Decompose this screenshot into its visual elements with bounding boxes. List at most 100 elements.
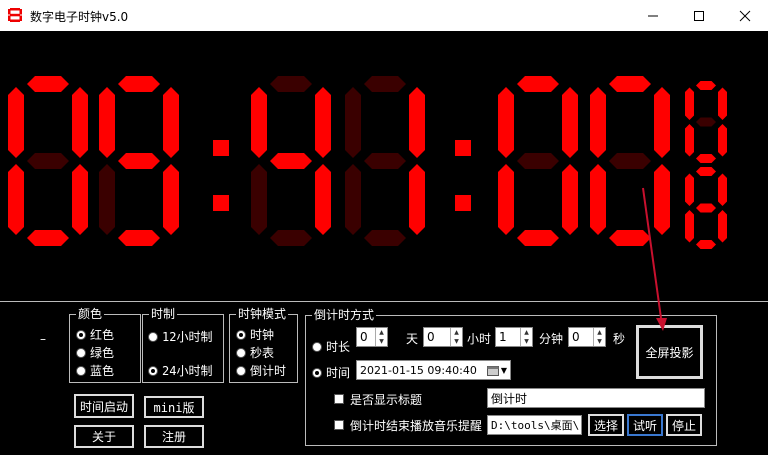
- hours-value: 0: [427, 330, 435, 344]
- digit-segment: [590, 164, 606, 235]
- mode-clock-radio[interactable]: 时钟: [236, 326, 274, 343]
- mode-countdown-label: 倒计时: [250, 364, 287, 378]
- close-icon: [739, 10, 751, 21]
- color-green-radio[interactable]: 绿色: [76, 344, 114, 361]
- digit-segment: [27, 230, 69, 246]
- time-start-button[interactable]: 时间启动: [74, 394, 134, 418]
- title-input-value: 倒计时: [491, 391, 528, 406]
- color-group-title: 颜色: [76, 307, 105, 321]
- color-red-label: 红色: [90, 328, 115, 342]
- digit-segment: [590, 87, 606, 158]
- play-music-label: 倒计时结束播放音乐提醒: [350, 419, 483, 433]
- radio-dot: [312, 367, 322, 378]
- digit-segment: [99, 164, 115, 235]
- days-stepper[interactable]: 0 ▲ ▼: [356, 327, 388, 347]
- maximize-button[interactable]: [676, 0, 722, 31]
- digit-segment: [696, 154, 716, 163]
- spin-arrows-icon[interactable]: ▲ ▼: [375, 328, 387, 346]
- color-blue-radio[interactable]: 蓝色: [76, 362, 114, 379]
- digit-segment: [562, 87, 578, 158]
- minutes-unit: 分钟: [539, 332, 564, 346]
- mode-stopwatch-radio[interactable]: 秒表: [236, 344, 274, 361]
- minimize-button[interactable]: [630, 0, 676, 31]
- radio-dot: [236, 329, 246, 340]
- digit-segment: [251, 87, 267, 158]
- digit-segment: [27, 76, 69, 92]
- digit-segment: [609, 153, 651, 169]
- colon-dot: [455, 140, 471, 156]
- digit-segment: [696, 117, 716, 127]
- digit-segment: [517, 153, 559, 169]
- spin-arrows-icon[interactable]: ▲ ▼: [450, 328, 462, 346]
- digit-segment: [685, 124, 694, 157]
- time-format-group: 时制 12小时制 24小时制: [142, 307, 224, 383]
- days-value: 0: [360, 330, 368, 344]
- minutes-stepper[interactable]: 1 ▲ ▼: [495, 327, 533, 347]
- hours-unit: 小时: [467, 332, 492, 346]
- duration-radio[interactable]: 时长: [312, 338, 350, 355]
- time-format-group-title: 时制: [149, 307, 178, 321]
- close-button[interactable]: [722, 0, 768, 31]
- duration-label: 时长: [326, 340, 351, 354]
- digital-clock-display: [8, 76, 727, 249]
- colon-dot: [455, 195, 471, 211]
- dash-mark: –: [40, 332, 46, 346]
- radio-dot: [76, 365, 86, 376]
- app-logo-icon: [7, 7, 23, 23]
- format-24h-radio[interactable]: 24小时制: [148, 362, 212, 379]
- minutes-value: 1: [499, 330, 507, 344]
- digit-segment: [498, 87, 514, 158]
- calendar-dropdown-icon[interactable]: ▼: [486, 365, 510, 376]
- mode-stopwatch-label: 秒表: [250, 346, 275, 360]
- digit-segment: [654, 87, 670, 158]
- digit-segment: [72, 87, 88, 158]
- mode-countdown-radio[interactable]: 倒计时: [236, 362, 286, 379]
- digit-segment: [118, 76, 160, 92]
- colon-dot: [213, 195, 229, 211]
- listen-button[interactable]: 试听: [627, 414, 663, 436]
- digit-segment: [409, 164, 425, 235]
- color-green-label: 绿色: [90, 346, 115, 360]
- digit-segment: [517, 230, 559, 246]
- seconds-stepper[interactable]: 0 ▲ ▼: [568, 327, 606, 347]
- digit-segment: [345, 164, 361, 235]
- spin-arrows-icon[interactable]: ▲ ▼: [593, 328, 605, 346]
- digit-segment: [270, 153, 312, 169]
- days-unit: 天: [406, 332, 419, 346]
- color-blue-label: 蓝色: [90, 364, 115, 378]
- hours-stepper[interactable]: 0 ▲ ▼: [423, 327, 463, 347]
- radio-dot: [148, 331, 158, 342]
- digit-segment: [118, 230, 160, 246]
- play-music-checkbox[interactable]: [334, 420, 344, 430]
- seconds-value: 0: [572, 330, 580, 344]
- spin-arrows-icon[interactable]: ▲ ▼: [520, 328, 532, 346]
- show-title-checkbox[interactable]: [334, 394, 344, 404]
- radio-dot: [236, 365, 246, 376]
- format-12h-label: 12小时制: [162, 330, 213, 344]
- color-red-radio[interactable]: 红色: [76, 326, 114, 343]
- register-button[interactable]: 注册: [144, 425, 204, 448]
- maximize-icon: [694, 10, 704, 21]
- digit-segment: [696, 167, 716, 176]
- about-button[interactable]: 关于: [74, 425, 134, 448]
- fullscreen-projection-button[interactable]: 全屏投影: [636, 325, 703, 379]
- select-button[interactable]: 选择: [588, 414, 624, 436]
- clock-mode-group: 时钟模式 时钟 秒表 倒计时: [229, 307, 298, 383]
- time-label: 时间: [326, 366, 351, 380]
- mini-version-button[interactable]: mini版: [144, 396, 204, 418]
- minimize-icon: [648, 15, 658, 16]
- window-title: 数字电子时钟v5.0: [30, 10, 129, 24]
- target-time-picker[interactable]: 2021-01-15 09:40:40 ▼: [356, 360, 511, 380]
- calendar-icon: [486, 365, 499, 376]
- digit-segment: [270, 230, 312, 246]
- title-bar: 数字电子时钟v5.0: [0, 0, 768, 31]
- digit-segment: [364, 76, 406, 92]
- time-radio[interactable]: 时间: [312, 364, 350, 381]
- title-input[interactable]: 倒计时: [487, 388, 705, 408]
- digit-segment: [315, 87, 331, 158]
- format-12h-radio[interactable]: 12小时制: [148, 328, 212, 345]
- digit-segment: [517, 76, 559, 92]
- stop-button[interactable]: 停止: [666, 414, 702, 436]
- music-path-input[interactable]: D:\tools\桌面\: [487, 415, 582, 435]
- digit-segment: [27, 153, 69, 169]
